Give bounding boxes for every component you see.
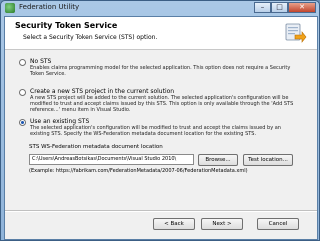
no-sts-radio[interactable]: [19, 59, 26, 66]
title-bar[interactable]: Federation Utility – □ ✕: [1, 1, 319, 16]
app-icon: [5, 3, 15, 13]
wizard-header: Security Token Service Select a Security…: [5, 17, 317, 50]
wizard-body: Security Token Service Select a Security…: [4, 16, 318, 240]
new-sts-radio[interactable]: [19, 89, 26, 96]
test-location-button[interactable]: Test location...: [243, 154, 293, 166]
existing-sts-label[interactable]: Use an existing STS: [30, 118, 89, 125]
metadata-location-input[interactable]: C:\Users\AndreasBotsikas\Documents\Visua…: [29, 154, 194, 165]
metadata-example-text: (Example: https://fabrikam.com/Federatio…: [29, 168, 248, 174]
maximize-button[interactable]: □: [271, 2, 288, 13]
footer-divider: [5, 210, 317, 212]
new-sts-label[interactable]: Create a new STS project in the current …: [30, 88, 174, 95]
no-sts-label[interactable]: No STS: [30, 58, 51, 65]
page-title: Security Token Service: [15, 21, 118, 30]
page-subtitle: Select a Security Token Service (STS) op…: [23, 34, 158, 41]
metadata-location-label: STS WS-Federation metadata document loca…: [29, 144, 163, 150]
minimize-button[interactable]: –: [254, 2, 271, 13]
cancel-button[interactable]: Cancel: [257, 218, 299, 230]
wizard-arrow-icon: [285, 23, 307, 43]
existing-sts-radio[interactable]: [19, 119, 26, 126]
browse-button[interactable]: Browse...: [198, 154, 238, 166]
new-sts-description: A new STS project will be added to the c…: [30, 95, 294, 113]
window-controls: – □ ✕: [254, 2, 316, 13]
wizard-window: Federation Utility – □ ✕ Security Token …: [0, 0, 320, 241]
existing-sts-description: The selected application's configuration…: [30, 125, 281, 137]
close-button[interactable]: ✕: [288, 2, 316, 13]
back-button[interactable]: < Back: [153, 218, 195, 230]
next-button[interactable]: Next >: [201, 218, 243, 230]
no-sts-description: Enables claims programming model for the…: [30, 65, 291, 77]
window-title: Federation Utility: [19, 3, 80, 11]
